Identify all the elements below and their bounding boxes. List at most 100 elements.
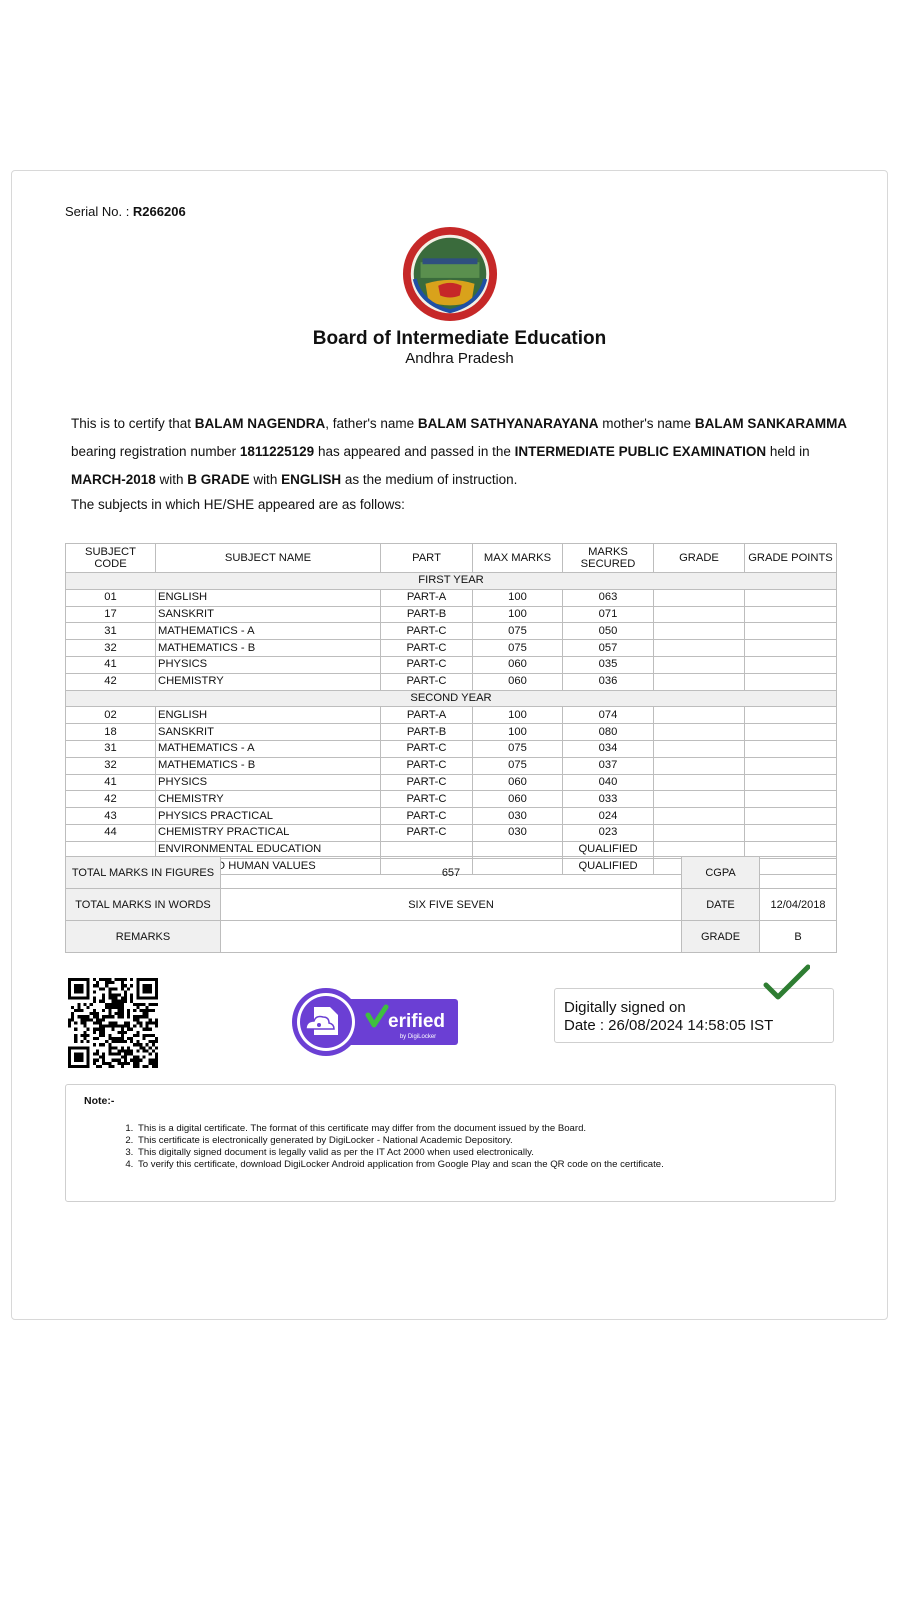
- max-marks-cell: 060: [472, 672, 563, 691]
- subject-name-cell: CHEMISTRY PRACTICAL: [155, 823, 381, 842]
- grade-points-cell: [744, 622, 837, 641]
- registration-number: 1811225129: [239, 444, 315, 459]
- remarks-label: REMARKS: [65, 920, 221, 953]
- header-grade: GRADE: [653, 543, 745, 573]
- father-name: BALAM SATHYANARAYANA: [417, 416, 599, 431]
- table-row: 44 CHEMISTRY PRACTICAL PART-C 030 023: [65, 823, 837, 842]
- medium: ENGLISH: [281, 472, 342, 487]
- serial-number: Serial No. : R266206: [65, 204, 186, 219]
- marks-secured-cell: 063: [562, 588, 654, 607]
- table-row: 01 ENGLISH PART-A 100 063: [65, 588, 837, 607]
- total-words-value: SIX FIVE SEVEN: [220, 888, 682, 921]
- part-cell: PART-C: [380, 639, 473, 657]
- grade-cell: [653, 723, 745, 741]
- header-part: PART: [380, 543, 473, 573]
- marks-secured-cell: 080: [562, 723, 654, 741]
- part-cell: PART-B: [380, 723, 473, 741]
- grade-points-cell: [744, 655, 837, 674]
- table-row: 17 SANSKRIT PART-B 100 071: [65, 605, 837, 624]
- table-row: 32 MATHEMATICS - B PART-C 075 057: [65, 639, 837, 657]
- verified-text: erified: [388, 1011, 445, 1032]
- cgpa-label: CGPA: [681, 856, 760, 889]
- subject-code-cell: 32: [65, 756, 156, 775]
- max-marks-cell: 030: [472, 807, 563, 825]
- note-title: Note:-: [84, 1095, 115, 1107]
- exam-name: INTERMEDIATE PUBLIC EXAMINATION: [514, 444, 767, 459]
- part-cell: PART-C: [380, 622, 473, 641]
- overall-grade: B GRADE: [187, 472, 250, 487]
- header-subject-code: SUBJECT CODE: [65, 543, 156, 573]
- part-cell: PART-A: [380, 706, 473, 725]
- grade-cell: [653, 823, 745, 842]
- cgpa-value: [759, 856, 837, 889]
- subject-name-cell: ENGLISH: [155, 706, 381, 725]
- grade-cell: [653, 605, 745, 624]
- grade-points-cell: [744, 706, 837, 725]
- subject-code-cell: 41: [65, 655, 156, 674]
- note-list: This is a digital certificate. The forma…: [121, 1123, 664, 1171]
- digilocker-verified-badge: erified by DigiLocker: [292, 988, 458, 1056]
- serial-value: R266206: [132, 204, 186, 219]
- student-name: BALAM NAGENDRA: [194, 416, 326, 431]
- subject-code-cell: 42: [65, 672, 156, 691]
- certification-paragraph: This is to certify that BALAM NAGENDRA, …: [71, 416, 848, 487]
- section-row: SECOND YEAR: [65, 689, 837, 708]
- subject-code-cell: 31: [65, 739, 156, 758]
- grade-points-cell: [744, 672, 837, 691]
- max-marks-cell: 060: [472, 655, 563, 674]
- subject-code-cell: 43: [65, 807, 156, 825]
- marks-secured-cell: 071: [562, 605, 654, 624]
- marks-secured-cell: 050: [562, 622, 654, 641]
- note-box: Note:- This is a digital certificate. Th…: [65, 1084, 836, 1202]
- header-subject-name: SUBJECT NAME: [155, 543, 381, 573]
- note-item: This digitally signed document is legall…: [136, 1147, 664, 1159]
- grade-points-cell: [744, 723, 837, 741]
- qr-code[interactable]: [68, 978, 158, 1068]
- subject-name-cell: PHYSICS: [155, 655, 381, 674]
- header-max-marks: MAX MARKS: [472, 543, 563, 573]
- table-row: 42 CHEMISTRY PART-C 060 033: [65, 790, 837, 809]
- note-item: This certificate is electronically gener…: [136, 1135, 664, 1147]
- marks-secured-cell: 040: [562, 773, 654, 792]
- max-marks-cell: 060: [472, 790, 563, 809]
- signature-check-icon: [763, 964, 810, 1000]
- subject-name-cell: PHYSICS PRACTICAL: [155, 807, 381, 825]
- max-marks-cell: 075: [472, 622, 563, 641]
- subject-code-cell: 41: [65, 773, 156, 792]
- subject-code-cell: 17: [65, 605, 156, 624]
- subject-name-cell: PHYSICS: [155, 773, 381, 792]
- part-cell: PART-C: [380, 655, 473, 674]
- grade-cell: [653, 790, 745, 809]
- marks-secured-cell: 033: [562, 790, 654, 809]
- subject-name-cell: CHEMISTRY: [155, 790, 381, 809]
- signed-date: Date : 26/08/2024 14:58:05 IST: [564, 1017, 774, 1034]
- grade-label: GRADE: [681, 920, 760, 953]
- subject-code-cell: 18: [65, 723, 156, 741]
- marks-secured-cell: 074: [562, 706, 654, 725]
- page-subtitle: Andhra Pradesh: [405, 350, 514, 367]
- grade-points-cell: [744, 823, 837, 842]
- subjects-intro: The subjects in which HE/SHE appeared ar…: [71, 497, 405, 512]
- grade-points-cell: [744, 588, 837, 607]
- total-figures-value: 657: [220, 856, 682, 889]
- marks-secured-cell: 036: [562, 672, 654, 691]
- grade-points-cell: [744, 756, 837, 775]
- max-marks-cell: 075: [472, 756, 563, 775]
- grade-cell: [653, 639, 745, 657]
- grade-cell: [653, 773, 745, 792]
- subject-name-cell: CHEMISTRY: [155, 672, 381, 691]
- table-header-row: SUBJECT CODE SUBJECT NAME PART MAX MARKS…: [65, 543, 837, 573]
- total-figures-label: TOTAL MARKS IN FIGURES: [65, 856, 221, 889]
- table-row: 32 MATHEMATICS - B PART-C 075 037: [65, 756, 837, 775]
- date-value: 12/04/2018: [759, 888, 837, 921]
- marks-secured-cell: 034: [562, 739, 654, 758]
- max-marks-cell: 100: [472, 588, 563, 607]
- max-marks-cell: 100: [472, 605, 563, 624]
- subject-code-cell: 44: [65, 823, 156, 842]
- part-cell: PART-B: [380, 605, 473, 624]
- verified-by-text: by DigiLocker: [400, 1034, 436, 1040]
- note-item: To verify this certificate, download Dig…: [136, 1159, 664, 1171]
- grade-cell: [653, 672, 745, 691]
- subject-name-cell: MATHEMATICS - A: [155, 739, 381, 758]
- part-cell: PART-C: [380, 739, 473, 758]
